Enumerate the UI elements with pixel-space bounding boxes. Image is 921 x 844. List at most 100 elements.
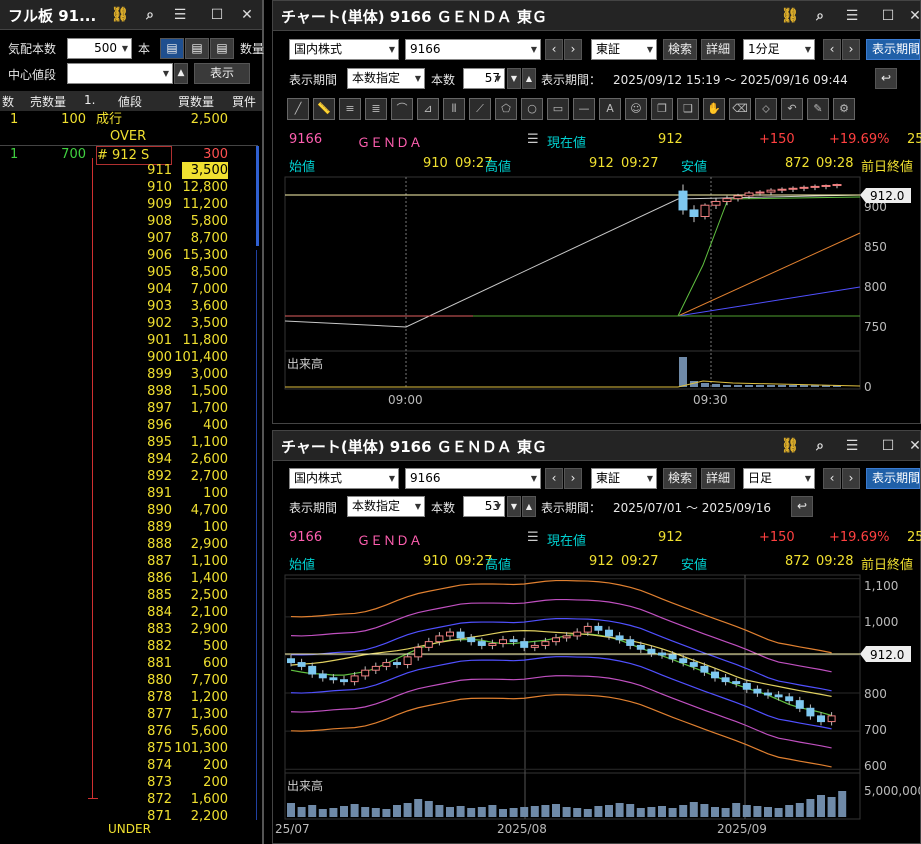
board-price[interactable]: 887: [96, 553, 172, 570]
board-buy-qty[interactable]: 2,100: [174, 604, 228, 621]
board-buy-qty[interactable]: 101,400: [174, 349, 228, 366]
board-buy-qty[interactable]: 1,200: [174, 689, 228, 706]
board-price[interactable]: 910: [96, 179, 172, 196]
board-buy-qty[interactable]: 11,200: [174, 196, 229, 213]
board-row[interactable]: 904 7,000: [0, 281, 258, 298]
board-row[interactable]: 902 3,500: [0, 315, 258, 332]
rect-tool-icon[interactable]: ▭: [547, 98, 569, 120]
board-buy-qty[interactable]: 2,900: [174, 621, 228, 638]
board-buy-qty[interactable]: 1,100: [174, 434, 228, 451]
chart1-period-mode-select[interactable]: 本数指定: [347, 68, 425, 89]
board-row[interactable]: 907 8,700: [0, 230, 258, 247]
board-price[interactable]: 892: [96, 468, 172, 485]
chart1-prev-icon[interactable]: ‹: [545, 39, 563, 60]
board-row[interactable]: 911 3,500: [0, 162, 258, 179]
board-price[interactable]: 902: [96, 315, 172, 332]
chart2-interval-prev-icon[interactable]: ‹: [823, 468, 841, 489]
board-price[interactable]: 906: [96, 247, 172, 264]
board-buy-qty[interactable]: 2,900: [174, 536, 228, 553]
hline-tool-icon[interactable]: ≡: [339, 98, 361, 120]
board-price[interactable]: 890: [96, 502, 172, 519]
smile-tool-icon[interactable]: ☺: [625, 98, 647, 120]
board-price[interactable]: 成行: [96, 111, 172, 128]
gann-tool-icon[interactable]: ⟋: [469, 98, 491, 120]
layout-icon-1[interactable]: ▤: [160, 38, 184, 59]
board-price[interactable]: 904: [96, 281, 172, 298]
center-price-input[interactable]: [67, 63, 173, 84]
board-buy-qty[interactable]: 1,600: [174, 791, 228, 808]
board-buy-qty[interactable]: 11,800: [174, 332, 229, 349]
board-buy-qty[interactable]: 2,500: [174, 111, 228, 128]
board-price[interactable]: 907: [96, 230, 172, 247]
board-price[interactable]: 886: [96, 570, 172, 587]
eraser-tool-icon[interactable]: ⌫: [729, 98, 751, 120]
chart1-next-icon[interactable]: ›: [564, 39, 582, 60]
board-price[interactable]: 877: [96, 706, 172, 723]
board-buy-qty[interactable]: 12,800: [174, 179, 229, 196]
board-price[interactable]: 883: [96, 621, 172, 638]
board-row[interactable]: 909 11,200: [0, 196, 258, 213]
search-icon[interactable]: ⌕: [138, 4, 162, 26]
chart2-period-mode-select[interactable]: 本数指定: [347, 496, 425, 517]
board-row[interactable]: 878 1,200: [0, 689, 258, 706]
board-price[interactable]: 889: [96, 519, 172, 536]
board-buy-qty[interactable]: 7,700: [174, 672, 228, 689]
layout-icon-3[interactable]: ▤: [210, 38, 234, 59]
board-buy-qty[interactable]: 4,700: [174, 502, 228, 519]
board-price[interactable]: 875: [96, 740, 172, 757]
link-icon[interactable]: ⛓: [108, 4, 132, 26]
board-buy-qty[interactable]: 8,700: [174, 230, 228, 247]
board-buy-qty[interactable]: 100: [174, 485, 228, 502]
qty-select[interactable]: 500: [67, 38, 132, 59]
board-buy-qty[interactable]: 1,100: [174, 553, 228, 570]
board-price[interactable]: 905: [96, 264, 172, 281]
board-buy-qty[interactable]: 600: [174, 655, 228, 672]
board-row[interactable]: 896 400: [0, 417, 258, 434]
board-row[interactable]: 874 200: [0, 757, 258, 774]
chart1-search-button[interactable]: 検索: [663, 39, 697, 60]
vlines-tool-icon[interactable]: ⦀: [443, 98, 465, 120]
board-buy-qty[interactable]: 3,000: [174, 366, 228, 383]
chart2-market-select[interactable]: 国内株式: [289, 468, 399, 489]
undo-tool-icon[interactable]: ↶: [781, 98, 803, 120]
line-tool-icon[interactable]: ╱: [287, 98, 309, 120]
board-buy-qty[interactable]: 15,300: [174, 247, 229, 264]
maximize-icon[interactable]: ☐: [205, 4, 229, 26]
board-price[interactable]: 901: [96, 332, 172, 349]
chart1-doc-icon[interactable]: ☰: [527, 132, 539, 147]
board-price[interactable]: 881: [96, 655, 172, 672]
board-buy-qty[interactable]: 500: [174, 638, 228, 655]
board-buy-qty[interactable]: 8,500: [174, 264, 228, 281]
board-buy-qty[interactable]: 100: [174, 519, 228, 536]
board-row[interactable]: 910 12,800: [0, 179, 258, 196]
board-row[interactable]: 884 2,100: [0, 604, 258, 621]
board-row[interactable]: 882 500: [0, 638, 258, 655]
chart2-count-down-icon[interactable]: ▼: [507, 496, 521, 517]
board-price[interactable]: 885: [96, 587, 172, 604]
board-row[interactable]: 1 100 成行 2,500: [0, 111, 258, 128]
board-price[interactable]: 909: [96, 196, 172, 213]
board-row[interactable]: 887 1,100: [0, 553, 258, 570]
layout-icon-2[interactable]: ▤: [185, 38, 209, 59]
search-icon[interactable]: ⌕: [808, 435, 832, 457]
text-tool-icon[interactable]: A: [599, 98, 621, 120]
link-icon[interactable]: ⛓: [778, 5, 802, 27]
chart2-exchange-select[interactable]: 東証: [591, 468, 657, 489]
board-price[interactable]: 878: [96, 689, 172, 706]
pen-tool-icon[interactable]: ✎: [807, 98, 829, 120]
center-up-icon[interactable]: ▲: [174, 63, 188, 84]
board-row[interactable]: 888 2,900: [0, 536, 258, 553]
board-row[interactable]: 892 2,700: [0, 468, 258, 485]
arc-tool-icon[interactable]: ⌒: [391, 98, 413, 120]
board-price[interactable]: 898: [96, 383, 172, 400]
board-buy-qty[interactable]: 400: [174, 417, 228, 434]
board-price[interactable]: 911: [96, 162, 172, 179]
board-row[interactable]: 897 1,700: [0, 400, 258, 417]
board-price[interactable]: 895: [96, 434, 172, 451]
board-price[interactable]: 896: [96, 417, 172, 434]
board-buy-qty[interactable]: 2,200: [174, 808, 228, 825]
circle-tool-icon[interactable]: ○: [521, 98, 543, 120]
board-row[interactable]: 900 101,400: [0, 349, 258, 366]
board-row[interactable]: 885 2,500: [0, 587, 258, 604]
board-price[interactable]: 884: [96, 604, 172, 621]
